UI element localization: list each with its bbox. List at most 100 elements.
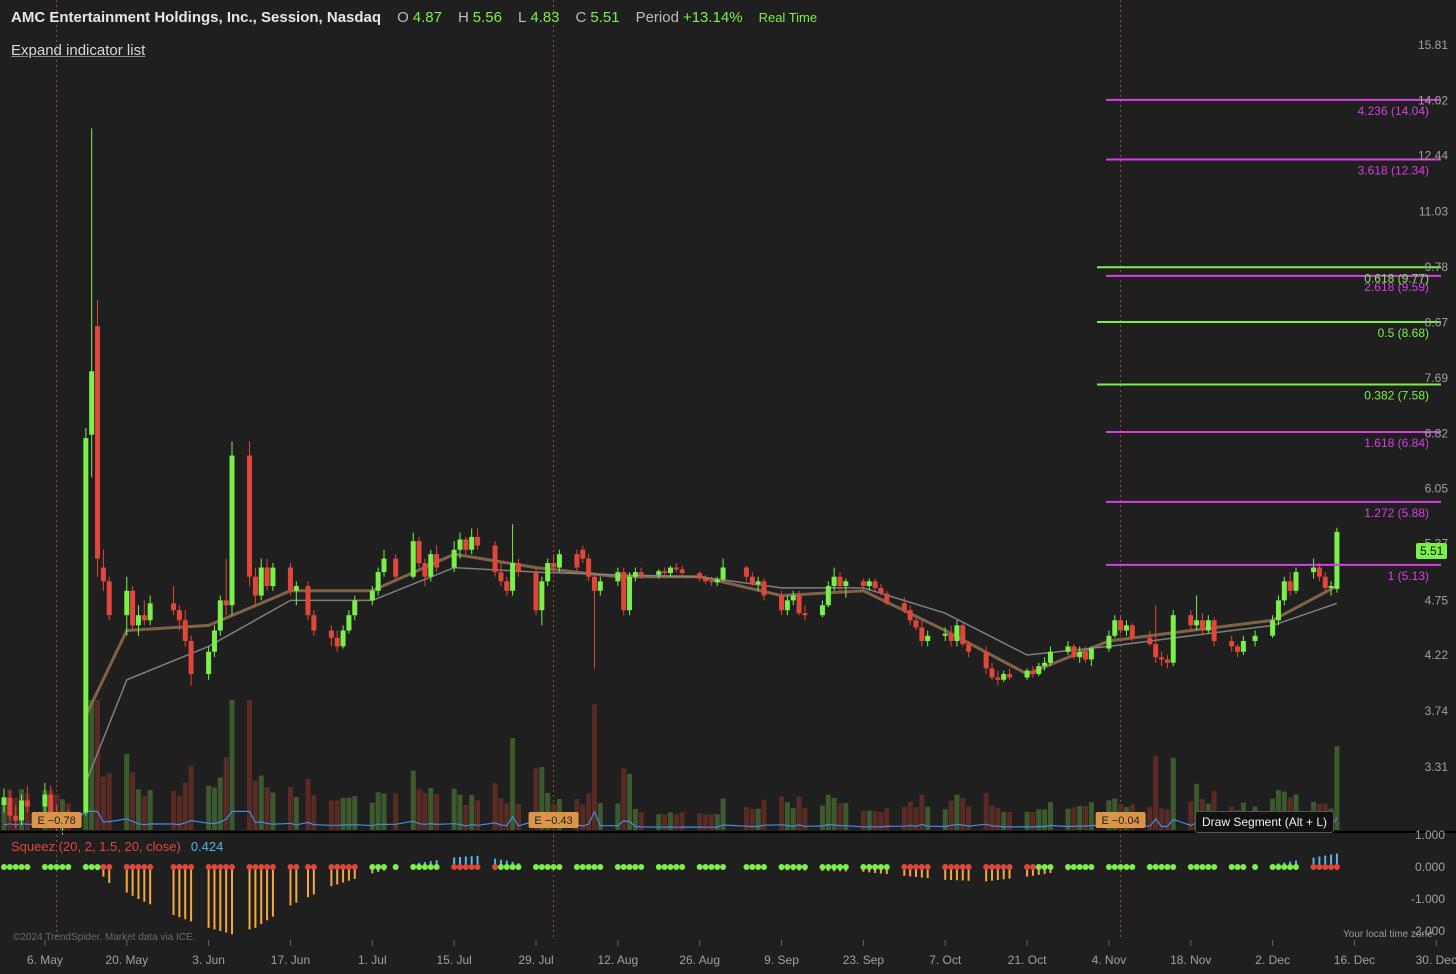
- candle-body[interactable]: [1211, 620, 1217, 642]
- candle-body[interactable]: [574, 554, 580, 568]
- candle-body[interactable]: [1147, 637, 1153, 645]
- candle-body[interactable]: [1235, 646, 1241, 652]
- candle-body[interactable]: [1199, 620, 1205, 631]
- candle-body[interactable]: [913, 620, 919, 628]
- candle-body[interactable]: [1287, 581, 1293, 591]
- candle-body[interactable]: [872, 581, 878, 588]
- candle-body[interactable]: [188, 641, 194, 675]
- candle-body[interactable]: [1281, 581, 1287, 601]
- candle-body[interactable]: [1071, 646, 1077, 658]
- candle-body[interactable]: [1129, 625, 1135, 638]
- candle-body[interactable]: [843, 581, 849, 587]
- candle-body[interactable]: [1083, 651, 1089, 660]
- candle-body[interactable]: [580, 549, 586, 559]
- candle-body[interactable]: [1293, 572, 1299, 591]
- candle-body[interactable]: [7, 797, 13, 816]
- candle-body[interactable]: [539, 581, 545, 611]
- candle-body[interactable]: [679, 569, 685, 574]
- candle-body[interactable]: [1106, 635, 1112, 649]
- candle-body[interactable]: [1007, 674, 1013, 678]
- candle-body[interactable]: [1275, 600, 1281, 621]
- candle-body[interactable]: [229, 455, 235, 606]
- candle-body[interactable]: [1153, 644, 1159, 658]
- candle-body[interactable]: [258, 567, 264, 596]
- candle-body[interactable]: [1194, 620, 1200, 626]
- candle-body[interactable]: [831, 576, 837, 587]
- candle-body[interactable]: [422, 563, 428, 577]
- candle-body[interactable]: [673, 567, 679, 570]
- candle-body[interactable]: [860, 581, 866, 587]
- candle-body[interactable]: [819, 605, 825, 616]
- candle-body[interactable]: [960, 625, 966, 645]
- candle-body[interactable]: [667, 567, 673, 574]
- candle-body[interactable]: [130, 590, 136, 626]
- candle-body[interactable]: [124, 590, 130, 616]
- candle-body[interactable]: [13, 815, 19, 821]
- candle-body[interactable]: [1159, 657, 1165, 660]
- candle-body[interactable]: [457, 539, 463, 550]
- candle-body[interactable]: [1, 797, 7, 805]
- candle-body[interactable]: [492, 545, 498, 573]
- candle-body[interactable]: [954, 625, 960, 642]
- candle-body[interactable]: [1077, 651, 1083, 658]
- candle-body[interactable]: [410, 541, 416, 577]
- candle-body[interactable]: [925, 635, 931, 642]
- candle-body[interactable]: [100, 567, 106, 582]
- candle-body[interactable]: [662, 571, 668, 574]
- candle-body[interactable]: [1322, 576, 1328, 588]
- candle-body[interactable]: [556, 554, 562, 568]
- candle-body[interactable]: [217, 600, 223, 631]
- candle-body[interactable]: [1112, 620, 1118, 636]
- candle-body[interactable]: [779, 595, 785, 611]
- candle-body[interactable]: [106, 581, 112, 616]
- candle-body[interactable]: [1316, 567, 1322, 577]
- candle-body[interactable]: [475, 536, 481, 546]
- candle-body[interactable]: [743, 567, 749, 577]
- candle-body[interactable]: [375, 572, 381, 591]
- candle-body[interactable]: [206, 651, 212, 675]
- candle-body[interactable]: [510, 563, 516, 591]
- candle-body[interactable]: [551, 563, 557, 568]
- candle-body[interactable]: [1270, 620, 1276, 636]
- candle-body[interactable]: [1123, 625, 1129, 631]
- candle-body[interactable]: [171, 603, 177, 611]
- candle-body[interactable]: [784, 600, 790, 611]
- candle-body[interactable]: [135, 615, 141, 626]
- candle-body[interactable]: [615, 572, 621, 582]
- candle-body[interactable]: [796, 595, 802, 614]
- candle-body[interactable]: [176, 610, 182, 621]
- candle-body[interactable]: [1334, 531, 1340, 589]
- candle-body[interactable]: [293, 586, 299, 591]
- candle-body[interactable]: [89, 371, 95, 435]
- candle-body[interactable]: [346, 615, 352, 631]
- candle-body[interactable]: [1001, 674, 1007, 680]
- candle-body[interactable]: [328, 630, 334, 638]
- candle-body[interactable]: [182, 620, 188, 642]
- candle-body[interactable]: [211, 630, 217, 652]
- candle-body[interactable]: [720, 567, 726, 580]
- candle-body[interactable]: [141, 615, 147, 621]
- candle-body[interactable]: [416, 541, 422, 564]
- candle-body[interactable]: [919, 627, 925, 642]
- candle-body[interactable]: [1118, 620, 1124, 631]
- candle-body[interactable]: [1024, 670, 1030, 678]
- candle-body[interactable]: [334, 637, 340, 647]
- candle-body[interactable]: [515, 563, 521, 573]
- candle-body[interactable]: [884, 593, 890, 604]
- candle-body[interactable]: [48, 794, 54, 813]
- candle-body[interactable]: [252, 576, 258, 596]
- candle-body[interactable]: [42, 794, 48, 807]
- candle-body[interactable]: [837, 576, 843, 587]
- candle-body[interactable]: [1088, 648, 1094, 660]
- candle-body[interactable]: [223, 600, 229, 606]
- candle-body[interactable]: [1036, 666, 1042, 675]
- candle-body[interactable]: [1229, 641, 1235, 647]
- candle-body[interactable]: [966, 644, 972, 652]
- candle-body[interactable]: [451, 549, 457, 568]
- candle-body[interactable]: [586, 558, 592, 577]
- candle-body[interactable]: [428, 554, 434, 577]
- candle-body[interactable]: [381, 558, 387, 573]
- candle-body[interactable]: [1188, 615, 1194, 626]
- candle-body[interactable]: [591, 576, 597, 591]
- candle-body[interactable]: [1240, 641, 1246, 652]
